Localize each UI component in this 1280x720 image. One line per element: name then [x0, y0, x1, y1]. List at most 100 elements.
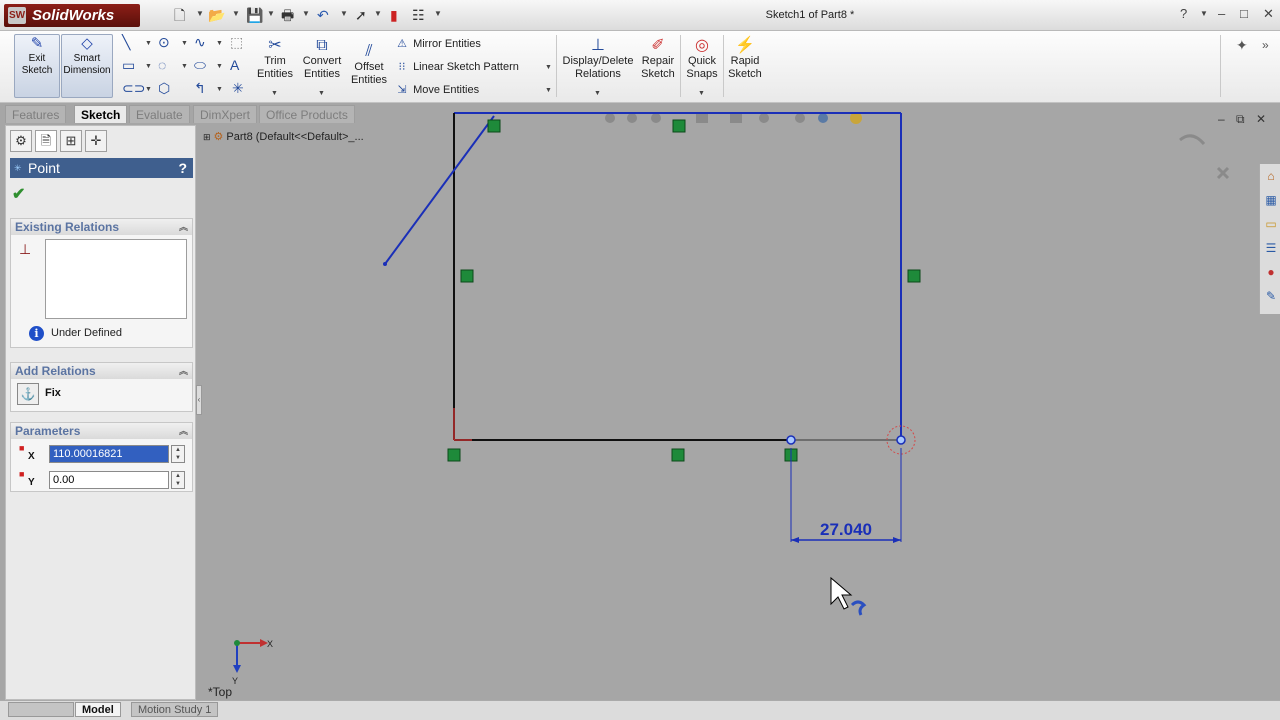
existing-relations-header[interactable]: Existing Relations ︽: [11, 219, 192, 235]
snaps-dropdown-icon[interactable]: ▼: [698, 90, 705, 97]
select-dropdown-icon[interactable]: ▼: [374, 9, 382, 18]
help-button[interactable]: ?: [1180, 6, 1187, 21]
fillet-icon[interactable]: ↰: [194, 80, 206, 96]
configuration-manager-tab-icon[interactable]: ⊞: [60, 130, 82, 152]
design-library-icon[interactable]: ▦: [1263, 192, 1279, 208]
display-style-icon[interactable]: [759, 113, 769, 123]
viewport-restore-icon[interactable]: ⧉: [1236, 112, 1245, 126]
relations-dropdown-icon[interactable]: ▼: [594, 90, 601, 97]
edit-appearance-icon[interactable]: [818, 113, 828, 123]
parameters-header[interactable]: Parameters ︽: [11, 423, 192, 439]
convert-dropdown-icon[interactable]: ▼: [318, 90, 325, 97]
tab-evaluate[interactable]: Evaluate: [129, 105, 190, 123]
slot-dropdown-icon[interactable]: ▼: [145, 86, 152, 93]
x-coordinate-input[interactable]: [49, 445, 169, 463]
collapse-chevron-icon[interactable]: ︽: [179, 219, 188, 235]
maximize-button[interactable]: □: [1240, 6, 1248, 21]
rebuild-icon[interactable]: ▮: [390, 6, 398, 24]
rectangle-icon[interactable]: ▭: [122, 57, 135, 73]
ok-checkmark-icon[interactable]: ✔: [12, 184, 25, 204]
slot-icon[interactable]: ⊂⊃: [122, 80, 145, 96]
minimize-button[interactable]: –: [1218, 6, 1225, 21]
smart-dimension-button[interactable]: ◇ Smart Dimension: [61, 34, 113, 98]
view-palette-icon[interactable]: ☰: [1263, 240, 1279, 256]
move-entities-button[interactable]: ⇲ Move Entities: [394, 82, 479, 98]
y-coordinate-input[interactable]: [49, 471, 169, 489]
open-folder-icon[interactable]: 📂: [208, 6, 225, 24]
construction-geometry-icon[interactable]: ⬚: [230, 34, 243, 50]
options-icon[interactable]: ☷: [412, 6, 425, 24]
mirror-entities-button[interactable]: ⚠ Mirror Entities: [394, 36, 481, 52]
open-dropdown-icon[interactable]: ▼: [232, 9, 240, 18]
new-document-icon[interactable]: 🗋: [174, 6, 185, 24]
collapse-chevron-icon[interactable]: ︽: [179, 363, 188, 379]
x-spinner[interactable]: ▲ ▼: [171, 445, 185, 463]
viewport-close-icon[interactable]: ✕: [1256, 112, 1266, 126]
y-spinner[interactable]: ▲ ▼: [171, 471, 185, 489]
fix-relation-label[interactable]: Fix: [45, 387, 61, 399]
undo-icon[interactable]: ↶: [317, 6, 329, 24]
coincident-relation-icon[interactable]: [487, 119, 501, 133]
dimxpert-manager-tab-icon[interactable]: ✛: [85, 130, 107, 152]
line-icon[interactable]: ╲: [122, 34, 130, 50]
new-dropdown-icon[interactable]: ▼: [196, 9, 204, 18]
fillet-dropdown-icon[interactable]: ▼: [216, 86, 223, 93]
solidworks-resources-icon[interactable]: ⌂: [1263, 168, 1279, 184]
exit-sketch-button[interactable]: ✎ Exit Sketch: [14, 34, 60, 98]
trim-entities-button[interactable]: ✂ Trim Entities: [255, 37, 295, 81]
arc-dropdown-icon[interactable]: ▼: [181, 63, 188, 70]
horizontal-relation-icon[interactable]: [671, 448, 685, 462]
sketch-origin[interactable]: [453, 408, 472, 441]
zoom-area-icon[interactable]: [627, 113, 637, 123]
options-dropdown-icon[interactable]: ▼: [434, 9, 442, 18]
existing-relations-list[interactable]: [45, 239, 187, 319]
line-dropdown-icon[interactable]: ▼: [145, 40, 152, 47]
previous-view-icon[interactable]: [651, 113, 661, 123]
vertical-relation-icon[interactable]: [907, 269, 921, 283]
solidworks-logo[interactable]: SW SolidWorks: [4, 4, 140, 27]
collapse-chevron-icon[interactable]: ︽: [179, 423, 188, 439]
expand-toolbar-icon[interactable]: »: [1262, 37, 1269, 53]
circle-dropdown-icon[interactable]: ▼: [181, 40, 188, 47]
custom-properties-icon[interactable]: ✎: [1263, 288, 1279, 304]
select-arrow-icon[interactable]: ➚: [355, 6, 367, 24]
feature-manager-tab-icon[interactable]: ⚙: [10, 130, 32, 152]
rapid-sketch-button[interactable]: ⚡ Rapid Sketch: [726, 37, 764, 81]
circle-icon[interactable]: ⊙: [158, 34, 170, 50]
sketch-diagonal-line[interactable]: [384, 115, 495, 265]
text-tool-icon[interactable]: A: [230, 57, 239, 73]
print-dropdown-icon[interactable]: ▼: [302, 9, 310, 18]
help-dropdown-icon[interactable]: ▼: [1200, 9, 1208, 18]
spline-dropdown-icon[interactable]: ▼: [216, 40, 223, 47]
tab-scroll-controls[interactable]: [8, 702, 74, 717]
pattern-dropdown-icon[interactable]: ▼: [545, 64, 552, 71]
quick-snaps-button[interactable]: ◎ Quick Snaps: [684, 37, 720, 81]
tab-model[interactable]: Model: [75, 702, 121, 717]
line-endpoint[interactable]: [383, 262, 387, 266]
arc-icon[interactable]: ◌: [158, 57, 166, 73]
polygon-icon[interactable]: ⬡: [158, 80, 170, 96]
repair-sketch-button[interactable]: ✐ Repair Sketch: [638, 37, 678, 81]
display-delete-relations-button[interactable]: ⊥ Display/Delete Relations: [560, 37, 636, 81]
tab-features[interactable]: Features: [5, 105, 67, 123]
linear-sketch-pattern-button[interactable]: ⁝⁝ Linear Sketch Pattern: [394, 59, 519, 75]
property-help-button[interactable]: ?: [178, 158, 187, 178]
coincident-relation-icon[interactable]: [447, 448, 461, 462]
convert-entities-button[interactable]: ⧉ Convert Entities: [300, 37, 344, 81]
selected-sketch-point[interactable]: [896, 435, 906, 445]
tab-sketch[interactable]: Sketch: [74, 105, 128, 123]
save-icon[interactable]: 💾: [246, 6, 263, 24]
print-icon[interactable]: 🖶: [281, 6, 294, 24]
close-button[interactable]: ✕: [1263, 6, 1274, 22]
view-orientation-icon[interactable]: [730, 113, 742, 123]
section-view-icon[interactable]: [696, 113, 708, 123]
undo-dropdown-icon[interactable]: ▼: [340, 9, 348, 18]
save-dropdown-icon[interactable]: ▼: [267, 9, 275, 18]
appearances-icon[interactable]: ●: [1263, 264, 1279, 280]
rectangle-dropdown-icon[interactable]: ▼: [145, 63, 152, 70]
property-manager-tab-icon[interactable]: 🗎: [35, 130, 57, 152]
customize-icon[interactable]: ✦: [1236, 37, 1248, 53]
horizontal-relation-icon[interactable]: [672, 119, 686, 133]
trim-dropdown-icon[interactable]: ▼: [271, 90, 278, 97]
vertical-relation-icon[interactable]: [460, 269, 474, 283]
